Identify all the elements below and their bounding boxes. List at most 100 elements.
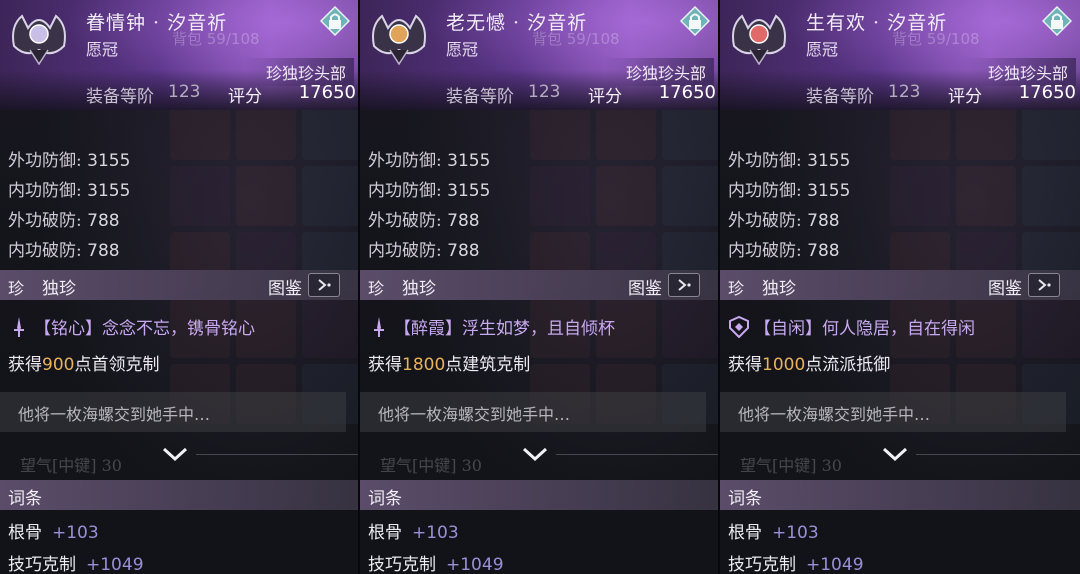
chevron-right-icon	[678, 279, 691, 291]
stat-label: 外功防御:	[8, 151, 82, 171]
stat-label: 外功破防:	[368, 211, 442, 231]
gain-suffix: 点首领克制	[74, 355, 160, 375]
stat-row: 内功破防: 788	[728, 236, 850, 266]
stat-label: 内功防御:	[368, 181, 442, 201]
inspect-hint: 望气[中键] 30	[740, 456, 842, 475]
lock-icon[interactable]	[680, 6, 710, 36]
lore-box: 他将一枚海螺交到她手中…	[720, 392, 1066, 432]
gain-suffix: 点流派抵御	[805, 355, 891, 375]
dagger-icon	[14, 316, 24, 337]
attribute-label: 根骨	[368, 523, 402, 543]
terms-section-bar: 词条	[360, 480, 718, 510]
chevron-down-icon[interactable]	[518, 443, 552, 465]
unique-effect-text: 【醉霞】浮生如梦，且自倾杯	[394, 319, 615, 339]
stat-row: 内功破防: 788	[368, 236, 490, 266]
item-tooltip-comparison: 背包 59/108 眷情钟 · 汐音祈 愿冠 珍独珍头部 装备等阶 123 评分…	[0, 0, 1080, 574]
atlas-label: 图鉴	[268, 279, 302, 299]
attribute-label: 技巧克制	[728, 555, 796, 574]
lock-icon[interactable]	[320, 6, 350, 36]
score-label: 评分	[948, 87, 982, 107]
unique-section-title: 独珍	[762, 279, 796, 299]
unique-section-title: 独珍	[42, 279, 76, 299]
stat-row: 外功防御: 3155	[728, 146, 850, 176]
stat-value: 788	[807, 241, 840, 261]
item-name: 老无憾 · 汐音祈	[446, 12, 588, 34]
attribute-value: +1049	[446, 555, 504, 574]
lore-text: 他将一枚海螺交到她手中…	[18, 405, 211, 424]
stat-row: 内功防御: 3155	[728, 176, 850, 206]
headpiece-icon	[732, 14, 786, 66]
chevron-down-icon[interactable]	[158, 443, 192, 465]
stat-label: 外功防御:	[368, 151, 442, 171]
equipment-level-label: 装备等阶	[86, 87, 154, 107]
score-value: 17650	[658, 82, 716, 103]
attribute-row: 根骨 +103	[728, 518, 819, 543]
equipment-level-value: 123	[528, 82, 561, 102]
divider	[196, 454, 358, 455]
score-row: 装备等阶 123 评分 17650	[720, 82, 1080, 110]
lock-icon[interactable]	[1042, 6, 1072, 36]
stat-row: 内功破防: 788	[8, 236, 130, 266]
score-value: 17650	[298, 82, 356, 103]
atlas-button[interactable]	[308, 273, 340, 297]
stat-value: 3155	[87, 151, 131, 171]
unique-section-bar: 珍 独珍 图鉴	[720, 270, 1080, 300]
unique-effect: 【自闲】何人隐居，自在得闲	[728, 314, 975, 339]
attribute-row: 根骨 +103	[368, 518, 459, 543]
stat-value: 3155	[447, 151, 491, 171]
terms-section-title: 词条	[368, 489, 402, 509]
equipment-level-label: 装备等阶	[446, 87, 514, 107]
divider	[556, 454, 718, 455]
gain-value: 900	[42, 355, 75, 375]
attribute-label: 根骨	[728, 523, 762, 543]
stat-row: 外功防御: 3155	[8, 146, 130, 176]
gain-prefix: 获得	[8, 355, 42, 375]
unique-effect-text: 【自闲】何人隐居，自在得闲	[754, 319, 975, 339]
stat-row: 外功防御: 3155	[368, 146, 490, 176]
atlas-label: 图鉴	[988, 279, 1022, 299]
divider	[916, 454, 1080, 455]
dagger-icon	[374, 316, 384, 337]
stat-label: 内功防御:	[728, 181, 802, 201]
chevron-right-icon	[1038, 279, 1051, 291]
terms-section-title: 词条	[728, 489, 762, 509]
unique-effect-text: 【铭心】念念不忘，镌骨铭心	[34, 319, 255, 339]
stat-value: 788	[447, 211, 480, 231]
gain-prefix: 获得	[728, 355, 762, 375]
inspect-hint: 望气[中键] 30	[20, 456, 122, 475]
attribute-value: +1049	[86, 555, 144, 574]
stat-value: 3155	[447, 181, 491, 201]
base-stats: 外功防御: 3155 内功防御: 3155 外功破防: 788 内功破防: 78…	[368, 146, 490, 266]
item-tooltip-card: 背包 59/108 老无憾 · 汐音祈 愿冠 珍独珍头部 装备等阶 123 评分…	[360, 0, 720, 574]
attribute-label: 根骨	[8, 523, 42, 543]
attribute-row: 技巧克制 +1049	[8, 550, 144, 574]
chevron-down-icon[interactable]	[878, 443, 912, 465]
item-type: 愿冠	[86, 40, 119, 59]
attribute-row: 技巧克制 +1049	[728, 550, 864, 574]
lore-box: 他将一枚海螺交到她手中…	[0, 392, 346, 432]
stat-row: 外功破防: 788	[728, 206, 850, 236]
equipment-level-label: 装备等阶	[806, 87, 874, 107]
attribute-row: 根骨 +103	[8, 518, 99, 543]
shield-icon	[729, 315, 749, 338]
stat-label: 内功破防:	[368, 241, 442, 261]
terms-section-bar: 词条	[0, 480, 358, 510]
unique-effect: 【醉霞】浮生如梦，且自倾杯	[368, 314, 615, 339]
atlas-button[interactable]	[1028, 273, 1060, 297]
unique-effect: 【铭心】念念不忘，镌骨铭心	[8, 314, 255, 339]
attribute-row: 技巧克制 +1049	[368, 550, 504, 574]
stat-value: 3155	[807, 151, 851, 171]
unique-section-bar: 珍 独珍 图鉴	[0, 270, 358, 300]
terms-section-title: 词条	[8, 489, 42, 509]
effect-gain: 获得900点首领克制	[8, 350, 159, 375]
stat-label: 外功防御:	[728, 151, 802, 171]
atlas-button[interactable]	[668, 273, 700, 297]
headpiece-icon	[12, 14, 66, 66]
headpiece-icon	[372, 14, 426, 66]
item-tooltip-card: 背包 59/108 眷情钟 · 汐音祈 愿冠 珍独珍头部 装备等阶 123 评分…	[0, 0, 360, 574]
inspect-hint: 望气[中键] 30	[380, 456, 482, 475]
attribute-value: +1049	[806, 555, 864, 574]
terms-section-bar: 词条	[720, 480, 1080, 510]
lore-box: 他将一枚海螺交到她手中…	[360, 392, 706, 432]
stat-label: 内功破防:	[8, 241, 82, 261]
